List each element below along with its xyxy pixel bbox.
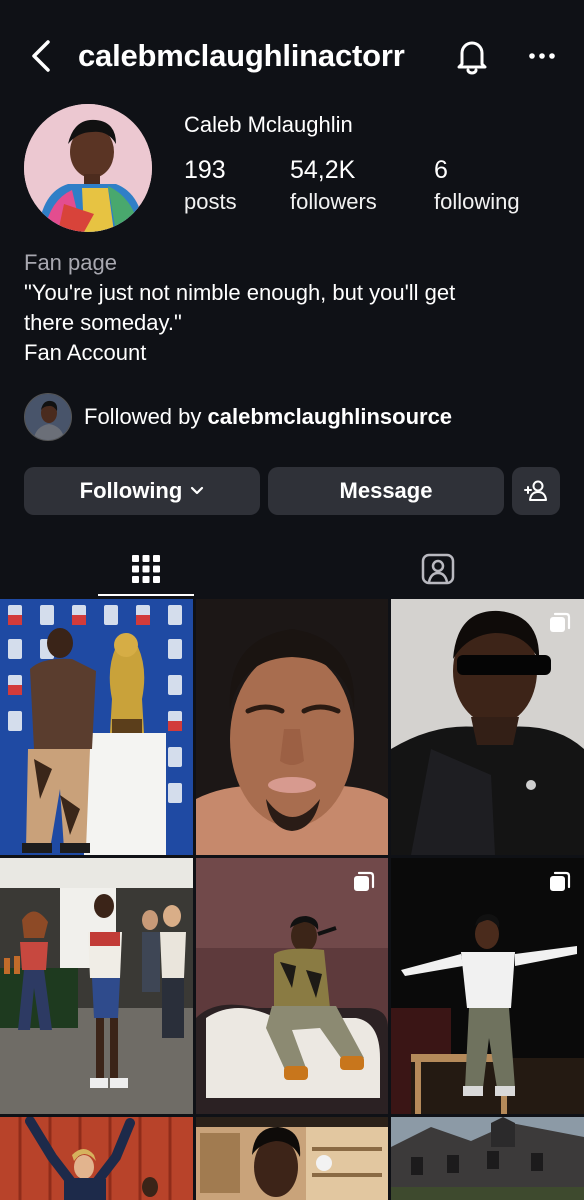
post-image [391,1117,584,1200]
post-thumbnail[interactable] [391,599,584,855]
stat-followers-value: 54,2K [290,156,356,184]
following-button[interactable]: Following [24,467,260,515]
message-button-label: Message [339,478,433,503]
post-image [391,599,584,855]
suggested-people-button[interactable] [512,467,560,515]
bio-line: "You're just not nimble enough, but you'… [24,280,456,305]
post-image [196,1117,388,1200]
following-button-label: Following [79,478,183,503]
follower-avatar [24,393,72,441]
message-button[interactable]: Message [268,467,504,515]
post-thumbnail[interactable] [391,858,584,1114]
follower-avatar-photo [25,394,71,440]
followed-by-username[interactable]: calebmclaughlinsource [208,404,453,429]
post-thumbnail[interactable] [391,1117,584,1200]
avatar-photo [24,104,152,232]
post-thumbnail[interactable] [0,1117,193,1200]
post-image [0,858,193,1114]
tab-tagged[interactable] [292,540,584,598]
stat-posts-label: posts [184,189,237,214]
followed-by-row[interactable]: Followed by calebmclaughlinsource [24,393,452,441]
stat-following[interactable]: 6 following [434,154,520,218]
post-image [0,1117,193,1200]
followed-by-text: Followed by calebmclaughlinsource [84,404,452,430]
stat-posts-value: 193 [184,156,226,184]
post-image [196,599,388,855]
stat-following-label: following [434,189,520,214]
add-person-icon [524,480,547,501]
post-thumbnail[interactable] [0,858,193,1114]
multiple-photos-icon [550,871,571,891]
top-bar: calebmclaughlinactorr [0,0,584,110]
tab-posts-grid[interactable] [0,540,292,598]
profile-tabs [0,540,584,598]
profile-bio: Fan page "You're just not nimble enough,… [24,248,564,368]
back-chevron-icon[interactable] [26,36,56,76]
multiple-photos-icon [550,612,571,632]
bio-line: there someday." [24,310,182,335]
grid-icon [132,555,160,583]
post-thumbnail[interactable] [0,599,193,855]
post-image [0,599,193,855]
followed-by-prefix: Followed by [84,404,208,429]
active-tab-indicator [98,594,194,596]
more-dots-icon[interactable] [524,42,560,70]
profile-username: calebmclaughlinactorr [78,38,405,73]
stat-following-value: 6 [434,156,448,184]
stat-followers-label: followers [290,189,377,214]
tagged-person-icon [421,553,455,585]
post-image [391,858,584,1114]
post-image [196,858,388,1114]
bio-line: Fan Account [24,340,147,365]
bell-icon[interactable] [452,36,492,76]
stat-followers[interactable]: 54,2K followers [290,154,377,218]
profile-category: Fan page [24,250,117,275]
profile-avatar[interactable] [24,104,152,232]
multiple-photos-icon [354,871,375,891]
post-thumbnail[interactable] [196,858,388,1114]
chevron-down-icon [191,486,204,495]
stat-posts[interactable]: 193 posts [184,154,237,218]
post-thumbnail[interactable] [196,1117,388,1200]
post-thumbnail[interactable] [196,599,388,855]
display-name: Caleb Mclaughlin [184,112,353,137]
